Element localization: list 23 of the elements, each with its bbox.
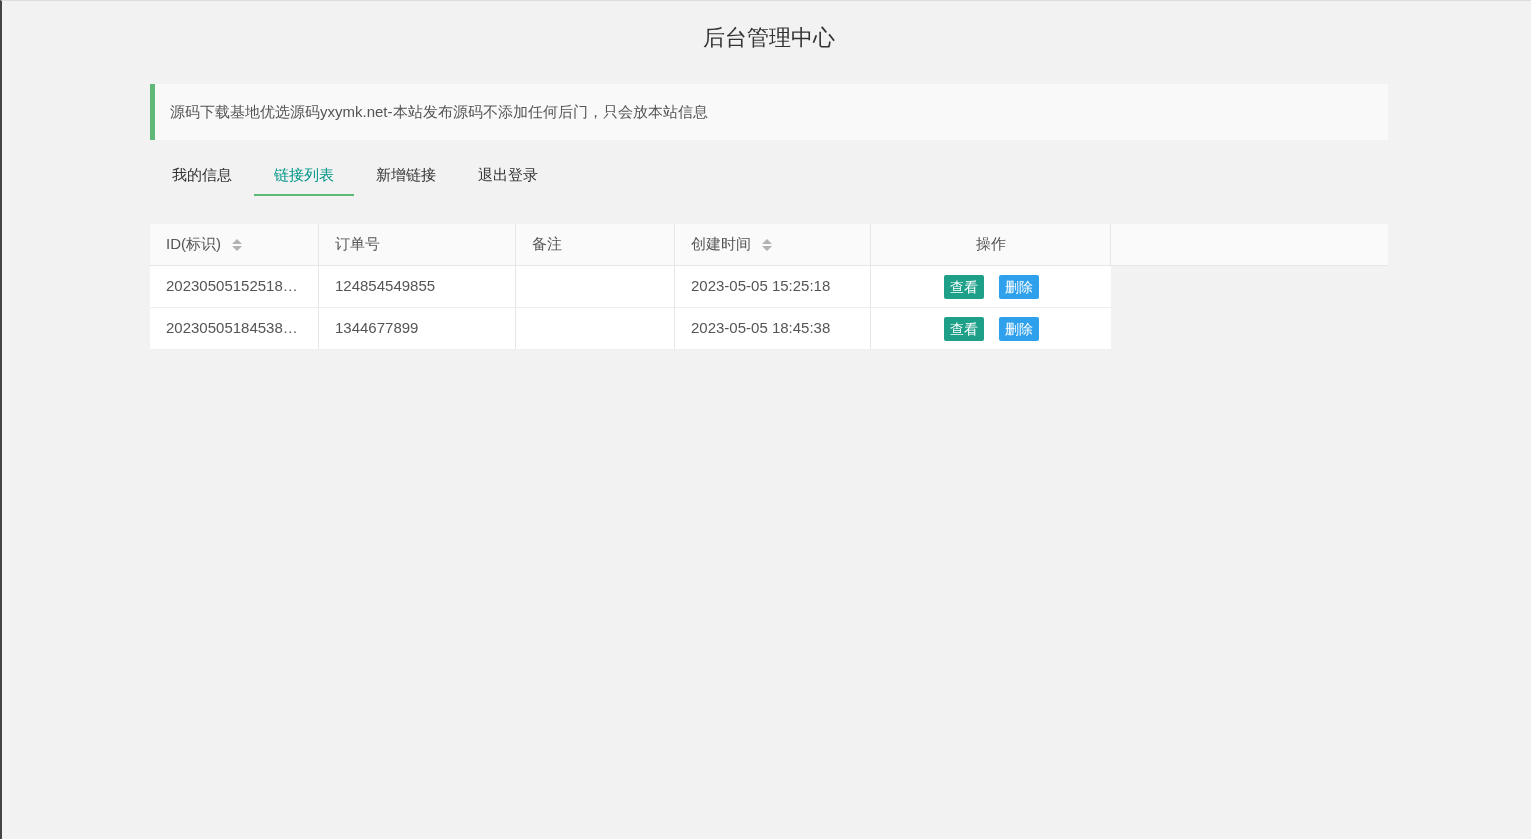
column-header: ID(标识) xyxy=(166,234,221,255)
table-cell-text: 20230505184538… xyxy=(166,318,298,339)
view-button[interactable]: 查看 xyxy=(943,274,984,299)
column-header: 订单号 xyxy=(335,234,380,255)
table-cell-text: 20230505152518… xyxy=(166,276,298,297)
column-header: 创建时间 xyxy=(691,234,751,255)
tab[interactable]: 新增链接 xyxy=(356,156,456,196)
delete-button[interactable]: 删除 xyxy=(998,274,1039,299)
table-cell-text: 1344677899 xyxy=(335,318,419,339)
column-header: 操作 xyxy=(975,234,1006,255)
tab[interactable]: 我的信息 xyxy=(152,156,252,196)
table-cell-text: 2023-05-05 18:45:38 xyxy=(691,318,831,339)
sort-icon[interactable] xyxy=(232,238,242,251)
view-button[interactable]: 查看 xyxy=(943,316,984,341)
tab[interactable]: 退出登录 xyxy=(458,156,558,196)
page-title: 后台管理中心 xyxy=(703,24,835,52)
sort-icon[interactable] xyxy=(762,238,772,251)
table-cell-text: 2023-05-05 15:25:18 xyxy=(691,276,831,297)
column-header: 备注 xyxy=(532,234,562,255)
delete-button[interactable]: 删除 xyxy=(998,316,1039,341)
table-cell-text: 124854549855 xyxy=(335,276,436,297)
notice-text: 源码下载基地优选源码yxymk.net-本站发布源码不添加任何后门，只会放本站信息 xyxy=(170,101,708,122)
tab[interactable]: 链接列表 xyxy=(254,156,354,196)
